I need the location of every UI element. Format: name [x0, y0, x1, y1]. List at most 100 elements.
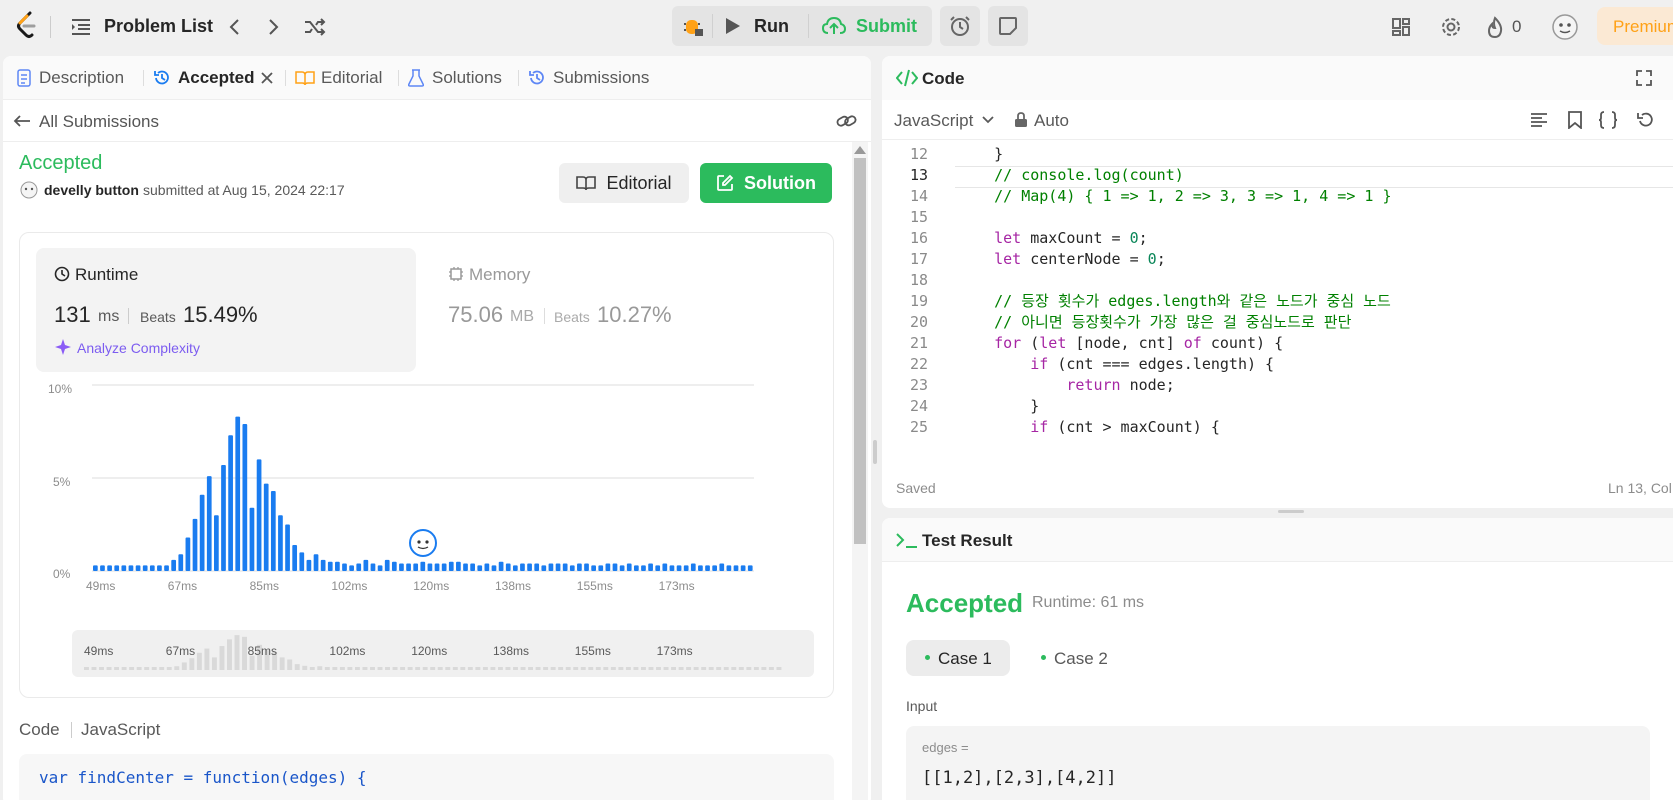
histogram-bar[interactable]: [270, 491, 276, 571]
histogram-bar[interactable]: [427, 563, 433, 571]
case-tab-1[interactable]: Case 1: [906, 640, 1010, 676]
histogram-bar[interactable]: [477, 565, 483, 571]
histogram-bar[interactable]: [406, 563, 411, 571]
histogram-bar[interactable]: [299, 552, 305, 571]
histogram-bar[interactable]: [626, 563, 632, 571]
histogram-bar[interactable]: [384, 559, 390, 571]
arrow-left-icon[interactable]: [11, 110, 33, 132]
histogram-bar[interactable]: [399, 563, 404, 571]
histogram-bar[interactable]: [178, 554, 184, 571]
tab-accepted[interactable]: Accepted: [153, 56, 255, 100]
close-tab-icon[interactable]: [258, 69, 276, 87]
code-editor[interactable]: 12 } 13 // console.log(count) 14 // Map(4)…: [882, 140, 1673, 476]
runtime-card[interactable]: Runtime 131 ms Beats 15.49% Analyze Comp…: [36, 248, 416, 372]
histogram-bar[interactable]: [377, 565, 383, 571]
code-line[interactable]: }: [958, 396, 1039, 417]
histogram-bar[interactable]: [520, 563, 525, 571]
tab-submissions[interactable]: Submissions: [528, 56, 649, 100]
histogram-bar[interactable]: [726, 565, 732, 571]
histogram-bar[interactable]: [327, 561, 333, 571]
fire-icon[interactable]: [1484, 14, 1506, 40]
username[interactable]: develly button: [44, 182, 139, 198]
histogram-bar[interactable]: [633, 565, 639, 571]
histogram-bar[interactable]: [199, 494, 205, 571]
input-box[interactable]: edges = [[1,2],[2,3],[4,2]]: [906, 726, 1650, 800]
histogram-bar[interactable]: [591, 565, 596, 571]
leetcode-logo-icon[interactable]: [12, 10, 42, 42]
code-line[interactable]: if (cnt > maxCount) {: [958, 417, 1220, 438]
histogram-bar[interactable]: [235, 416, 241, 571]
histogram-bar[interactable]: [655, 565, 661, 571]
code-line[interactable]: // console.log(count): [958, 165, 1184, 186]
histogram-bar[interactable]: [598, 565, 604, 571]
solution-button[interactable]: Solution: [700, 163, 832, 203]
histogram-bar[interactable]: [747, 565, 753, 571]
histogram-bar[interactable]: [356, 563, 362, 571]
histogram-bar[interactable]: [534, 563, 540, 571]
auto-mode[interactable]: Auto: [1034, 111, 1069, 131]
scrollbar-thumb[interactable]: [854, 158, 866, 544]
histogram-bar[interactable]: [434, 563, 440, 571]
histogram-bar[interactable]: [363, 559, 369, 571]
histogram-bar[interactable]: [242, 424, 248, 571]
histogram-bar[interactable]: [577, 563, 582, 571]
histogram-bar[interactable]: [676, 565, 682, 571]
code-line[interactable]: let maxCount = 0;: [958, 228, 1148, 249]
histogram-bar[interactable]: [669, 565, 675, 571]
histogram-bar[interactable]: [320, 559, 326, 571]
histogram-bar[interactable]: [157, 565, 162, 571]
histogram-bar[interactable]: [206, 476, 212, 571]
histogram-bar[interactable]: [285, 524, 290, 572]
histogram-bar[interactable]: [391, 561, 397, 571]
histogram-bar[interactable]: [548, 563, 554, 571]
histogram-bar[interactable]: [619, 565, 625, 571]
code-line[interactable]: // Map(4) { 1 => 1, 2 => 3, 3 => 1, 4 =>…: [958, 186, 1391, 207]
histogram-bar[interactable]: [93, 565, 98, 571]
histogram-bar[interactable]: [584, 563, 589, 571]
layout-icon[interactable]: [1388, 14, 1414, 40]
histogram-bar[interactable]: [463, 563, 468, 571]
histogram-bar[interactable]: [192, 518, 198, 571]
histogram-bar[interactable]: [562, 563, 568, 571]
run-button[interactable]: Run: [722, 10, 792, 42]
chevron-left-icon[interactable]: [222, 14, 246, 40]
gear-icon[interactable]: [1438, 14, 1464, 40]
histogram-bar[interactable]: [121, 565, 127, 571]
histogram-bar[interactable]: [712, 565, 718, 571]
histogram-bar[interactable]: [114, 565, 120, 571]
histogram-bar[interactable]: [349, 565, 354, 571]
histogram-bar[interactable]: [719, 563, 725, 571]
premium-button[interactable]: Premium: [1597, 7, 1673, 45]
histogram-bar[interactable]: [278, 515, 283, 571]
tab-description[interactable]: Description: [17, 56, 124, 100]
braces-icon[interactable]: [1598, 111, 1618, 129]
all-submissions-link[interactable]: All Submissions: [39, 112, 159, 132]
histogram-bar[interactable]: [441, 563, 447, 571]
histogram-bar[interactable]: [448, 561, 454, 571]
language-select[interactable]: JavaScript: [894, 111, 973, 131]
histogram-bar[interactable]: [413, 563, 419, 571]
histogram-bar[interactable]: [128, 565, 134, 571]
histogram-bar[interactable]: [505, 563, 511, 571]
histogram-bar[interactable]: [456, 561, 461, 571]
histogram-bar[interactable]: [484, 563, 490, 571]
histogram-bar[interactable]: [683, 565, 689, 571]
histogram-bar[interactable]: [100, 565, 105, 571]
histogram-bar[interactable]: [541, 565, 547, 571]
histogram-bar[interactable]: [313, 554, 319, 571]
histogram-bar[interactable]: [263, 483, 269, 571]
problem-list-label[interactable]: Problem List: [104, 16, 213, 37]
code-line[interactable]: // 아니면 등장횟수가 가장 많은 걸 중심노드로 판단: [958, 312, 1351, 333]
code-line[interactable]: let centerNode = 0;: [958, 249, 1166, 270]
histogram-bar[interactable]: [249, 507, 255, 571]
histogram-bar[interactable]: [256, 459, 262, 571]
chevron-down-icon[interactable]: [982, 116, 994, 124]
memory-card[interactable]: Memory 75.06 MB Beats 10.27%: [430, 248, 810, 372]
link-icon[interactable]: [835, 110, 859, 132]
histogram-bar[interactable]: [648, 563, 653, 571]
list-icon[interactable]: [68, 14, 94, 40]
histogram-bar[interactable]: [221, 464, 226, 571]
histogram-bar[interactable]: [370, 563, 376, 571]
submit-button[interactable]: Submit: [822, 10, 930, 42]
case-tab-2[interactable]: Case 2: [1022, 640, 1126, 676]
